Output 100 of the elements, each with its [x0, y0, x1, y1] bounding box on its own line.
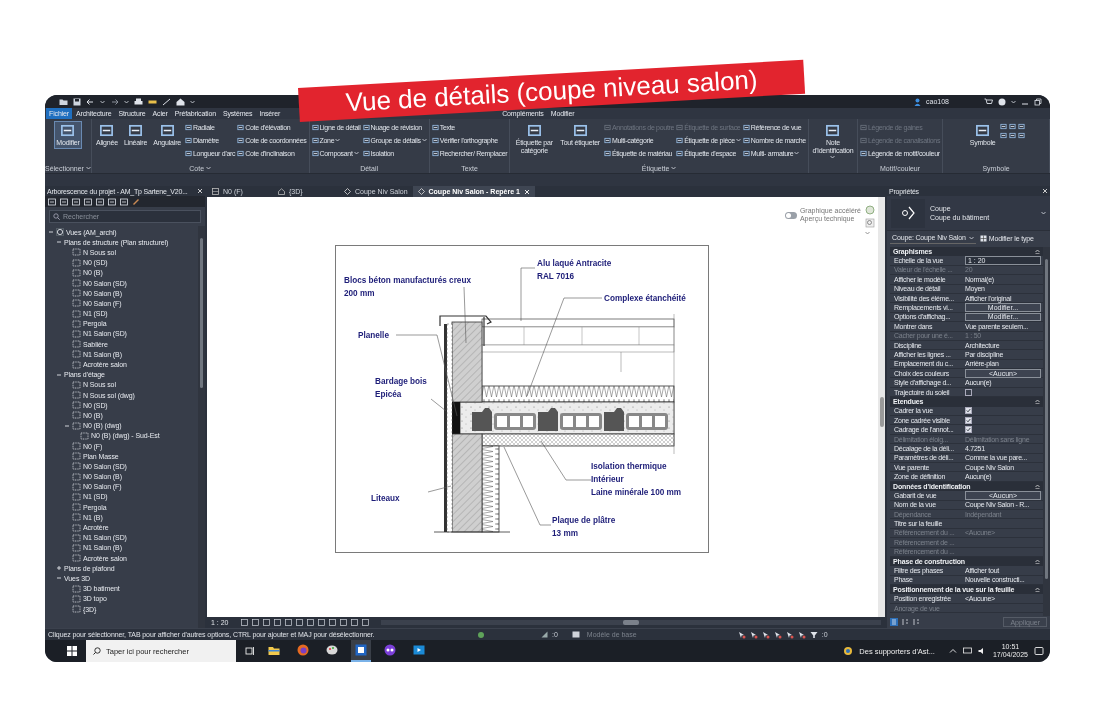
scrollbar[interactable] [1043, 247, 1050, 616]
collapse-icon[interactable] [55, 371, 62, 378]
tool-icon [676, 149, 684, 157]
workset-icon[interactable] [477, 630, 485, 639]
tool-icon [311, 149, 319, 157]
collapse-icon[interactable] [55, 239, 62, 246]
user-icon [914, 97, 922, 106]
caret-icon [100, 99, 105, 104]
collapse-icon[interactable] [1035, 559, 1040, 565]
callout-label: Bardage bois Epicéa [375, 377, 427, 399]
scrollbar[interactable] [380, 620, 881, 625]
caret-icon [353, 151, 359, 155]
notification-icon[interactable] [1034, 646, 1044, 656]
sort-icon[interactable] [901, 618, 909, 626]
selection-icon[interactable] [761, 630, 770, 639]
redo-icon[interactable] [110, 97, 119, 106]
ruler-icon[interactable] [148, 99, 157, 104]
close-icon[interactable] [197, 188, 203, 194]
app-icon[interactable] [384, 644, 396, 656]
search-icon [93, 647, 101, 655]
toolbar-icon[interactable] [84, 197, 92, 206]
graphics-toggle[interactable] [784, 211, 797, 219]
tool-icon [184, 136, 192, 144]
tool-icon [99, 123, 115, 138]
help-icon[interactable] [998, 97, 1006, 106]
collapse-icon[interactable] [1035, 587, 1040, 593]
tool-icon [859, 149, 867, 157]
collapse-icon[interactable] [1035, 249, 1040, 255]
tool-icon [603, 149, 611, 157]
collapse-icon[interactable] [1035, 399, 1040, 405]
caret-icon [794, 151, 800, 155]
caret-icon [671, 166, 677, 170]
caret-icon [735, 138, 741, 142]
link-icon[interactable] [132, 197, 140, 206]
toolbar-icon[interactable] [96, 197, 104, 206]
tool-icon [184, 123, 192, 131]
grid-icon [979, 234, 987, 242]
checkbox[interactable] [965, 426, 972, 434]
selection-icon[interactable] [797, 630, 806, 639]
callout-label: Planelle [358, 331, 389, 340]
toolbar-icon[interactable] [72, 197, 80, 206]
restore-icon[interactable] [1034, 97, 1042, 106]
collapse-icon[interactable] [47, 229, 54, 236]
tool-icon [859, 123, 867, 131]
task-view-icon[interactable] [245, 646, 255, 656]
tool-icon [311, 123, 319, 131]
tool-icon [311, 136, 319, 144]
collapse-icon[interactable] [55, 575, 62, 582]
checkbox[interactable] [965, 407, 972, 415]
callout-label: Liteaux [371, 494, 400, 503]
app-icon[interactable] [355, 644, 367, 656]
cart-icon[interactable] [984, 97, 993, 106]
line-icon[interactable] [162, 97, 171, 106]
tool-icon [676, 136, 684, 144]
taskbar-app[interactable] [351, 640, 371, 662]
expand-icon[interactable] [55, 565, 62, 572]
toolbar-icon[interactable] [108, 197, 116, 206]
caret-icon [1041, 211, 1046, 215]
selection-icon[interactable] [785, 630, 794, 639]
media-icon[interactable] [413, 644, 425, 656]
sort-icon[interactable] [912, 618, 920, 626]
tool-icon [60, 123, 76, 138]
collapse-icon[interactable] [1035, 483, 1040, 489]
tool-icon [159, 123, 175, 138]
undo-icon[interactable] [86, 97, 95, 106]
scrollbar[interactable] [878, 197, 885, 617]
tool-icon [184, 149, 192, 157]
tool-icon [859, 136, 867, 144]
caret-icon [421, 138, 427, 142]
folder-icon[interactable] [268, 644, 280, 656]
toolbar-icon[interactable] [60, 197, 68, 206]
tool-icon [431, 149, 439, 157]
save-icon[interactable] [73, 97, 81, 106]
browser-icon[interactable] [297, 644, 309, 656]
selection-icon[interactable] [749, 630, 758, 639]
scrollbar[interactable] [198, 226, 205, 628]
checkbox[interactable] [965, 388, 972, 396]
folder-icon[interactable] [59, 97, 68, 106]
collapse-icon[interactable] [63, 422, 70, 429]
leader-line [427, 485, 452, 493]
chevron-up-icon[interactable] [948, 647, 957, 655]
selection-icon[interactable] [773, 630, 782, 639]
toolbar-icon[interactable] [120, 197, 128, 206]
tool-icon [362, 136, 370, 144]
print-icon[interactable] [134, 97, 143, 106]
tool-icon [128, 123, 144, 138]
tool-icon [742, 123, 750, 131]
tool-icon [431, 136, 439, 144]
checkbox[interactable] [965, 416, 972, 424]
windows-icon[interactable] [67, 646, 77, 656]
selection-icon[interactable] [737, 630, 746, 639]
house-icon[interactable] [176, 97, 185, 106]
toolbar-icon[interactable] [48, 197, 56, 206]
callout-label: Plaque de plâtre 13 mm [552, 516, 616, 538]
network-icon[interactable] [962, 647, 972, 655]
palette-icon[interactable] [326, 644, 338, 656]
close-icon[interactable] [1042, 188, 1048, 194]
tool-icon [742, 149, 750, 157]
house-icon [278, 188, 285, 195]
caret-icon [865, 231, 870, 235]
